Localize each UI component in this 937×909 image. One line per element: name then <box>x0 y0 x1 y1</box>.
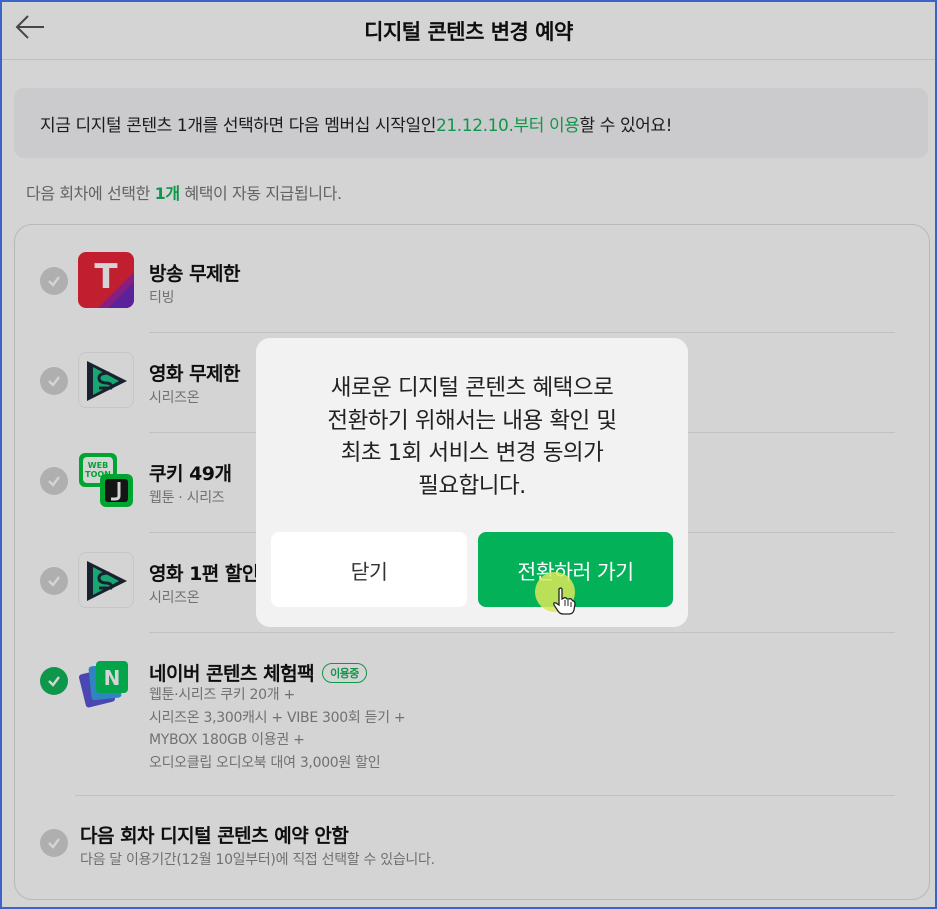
confirm-dialog: 새로운 디지털 콘텐츠 혜택으로 전환하기 위해서는 내용 확인 및 최초 1회… <box>256 338 688 627</box>
dialog-message: 새로운 디지털 콘텐츠 혜택으로 전환하기 위해서는 내용 확인 및 최초 1회… <box>327 375 617 499</box>
close-button[interactable]: 닫기 <box>271 532 467 607</box>
hand-cursor-icon <box>553 587 576 615</box>
app-frame: 디지털 콘텐츠 변경 예약 지금 디지털 콘텐츠 1개를 선택하면 다음 멤버십… <box>0 0 937 909</box>
